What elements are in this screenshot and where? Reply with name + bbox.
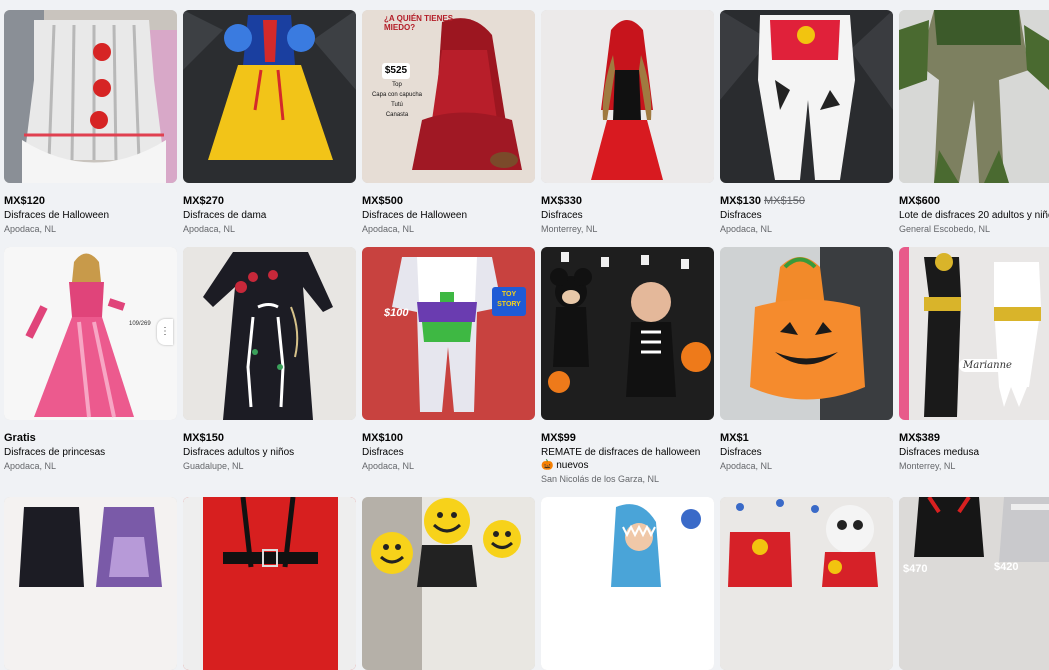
listing-title: Disfraces — [720, 447, 762, 458]
more-options-icon[interactable]: ⋮ — [157, 319, 173, 345]
listing-card[interactable]: Marianne MX$389 Disfraces medusa Monterr… — [899, 247, 1049, 472]
listing-price: MX$600 — [899, 195, 940, 207]
listing-price: MX$100 — [362, 432, 403, 444]
listing-price: MX$99 — [541, 432, 576, 444]
pumpkin-costume-photo — [720, 247, 893, 420]
listing-card[interactable]: MX$330 Disfraces Monterrey, NL — [541, 10, 714, 235]
listing-price: MX$330 — [541, 195, 582, 207]
listing-location: Apodaca, NL — [4, 461, 57, 471]
listing-image[interactable]: 109/269 ⋮ — [4, 247, 177, 420]
listing-card[interactable]: $100 TOY STORY MX$100 Disfraces Apodaca,… — [362, 247, 535, 472]
listing-card[interactable]: 109/269 ⋮ Gratis Disfraces de princesas … — [4, 247, 177, 472]
marketplace-grid: MX$120 Disfraces de Halloween Apodaca, N… — [0, 0, 1049, 670]
listing-price: MX$389 — [899, 432, 940, 444]
listing-title: Disfraces de princesas — [4, 447, 106, 458]
listing-title: Disfraces adultos y niños — [183, 447, 295, 458]
listing-location: Apodaca, NL — [720, 224, 773, 234]
overlay-price: $470 — [903, 563, 928, 575]
listing-location: Apodaca, NL — [362, 461, 415, 471]
listing-title: Disfraces de Halloween — [362, 210, 468, 221]
skeleton-dress-photo — [183, 247, 356, 420]
listing-title: Disfraces de dama — [183, 210, 267, 221]
listing-title: Disfraces — [362, 447, 404, 458]
listing-card[interactable]: MX$130 MX$150 Disfraces Apodaca, NL — [720, 10, 893, 235]
overlay-price: $525 — [382, 63, 410, 79]
overlay-question: ¿A QUIÉN TIENES MIEDO? — [384, 14, 454, 32]
overlay-tag: 109/269 — [129, 321, 151, 327]
listing-title: REMATE de disfraces de halloween 🎃 nuevo… — [541, 447, 701, 471]
princess-costume-photo — [4, 247, 177, 420]
listing-location: General Escobedo, NL — [899, 224, 991, 234]
listing-location: Apodaca, NL — [362, 224, 415, 234]
listing-location: Apodaca, NL — [720, 461, 773, 471]
overlay-items: Top Capa con capucha Tutú Canasta — [371, 82, 423, 118]
baby-skeleton-costume-photo — [541, 247, 714, 420]
listing-title: Disfraces — [720, 210, 762, 221]
overlay-logo: TOY STORY — [492, 287, 526, 316]
overlay-price: $100 — [384, 307, 409, 319]
listing-card[interactable]: MX$99 REMATE de disfraces de halloween 🎃… — [541, 247, 714, 485]
snow-white-costume-photo — [183, 10, 356, 183]
original-price: MX$150 — [763, 195, 805, 207]
listing-image[interactable]: ¿A QUIÉN TIENES MIEDO? $525 Top Capa con… — [362, 10, 535, 183]
hulk-costume-photo — [899, 10, 1049, 183]
listing-title: Lote de disfraces 20 adultos y niños — [899, 210, 1049, 221]
listing-title: Disfraces medusa — [899, 447, 980, 458]
listing-price: Gratis — [4, 432, 36, 444]
listing-image[interactable] — [183, 10, 356, 183]
listing-price: MX$270 — [183, 195, 224, 207]
overlay-signature: Marianne — [959, 359, 1016, 372]
listing-card[interactable]: MX$270 Disfraces de dama Apodaca, NL — [183, 10, 356, 235]
listing-card[interactable]: MX$1 Disfraces Apodaca, NL — [720, 247, 893, 472]
red-hood-mannequin-photo — [541, 10, 714, 183]
listing-card[interactable]: MX$120 Disfraces de Halloween Apodaca, N… — [4, 10, 177, 235]
listing-image[interactable] — [720, 247, 893, 420]
listing-card[interactable]: ¿A QUIÉN TIENES MIEDO? $525 Top Capa con… — [362, 10, 535, 235]
listing-image[interactable] — [4, 10, 177, 183]
listing-location: San Nicolás de los Garza, NL — [541, 474, 660, 484]
listing-image[interactable]: $100 TOY STORY — [362, 247, 535, 420]
listing-location: Monterrey, NL — [541, 224, 598, 234]
listing-image[interactable] — [541, 10, 714, 183]
paw-patrol-costume-photo — [720, 10, 893, 183]
listing-price: MX$120 — [4, 195, 45, 207]
listing-image[interactable]: Marianne — [899, 247, 1049, 420]
listing-title: Disfraces de Halloween — [4, 210, 110, 221]
overlay-price: $420 — [994, 561, 1019, 573]
listing-location: Apodaca, NL — [4, 224, 57, 234]
listing-image[interactable] — [899, 10, 1049, 183]
listing-location: Apodaca, NL — [183, 224, 236, 234]
listing-image[interactable] — [183, 247, 356, 420]
medusa-costume-photo — [899, 247, 1049, 420]
clown-costume-photo — [4, 10, 177, 183]
listing-card[interactable]: MX$150 Disfraces adultos y niños Guadalu… — [183, 247, 356, 472]
listing-price: MX$500 — [362, 195, 403, 207]
listing-card[interactable]: MX$600 Lote de disfraces 20 adultos y ni… — [899, 10, 1049, 235]
listing-image[interactable] — [720, 10, 893, 183]
listing-title: Disfraces — [541, 210, 583, 221]
listing-price: MX$130 MX$150 — [720, 195, 805, 207]
listing-image[interactable] — [541, 247, 714, 420]
buzz-lightyear-costume-photo — [362, 247, 535, 420]
listing-price: MX$150 — [183, 432, 224, 444]
listing-price: MX$1 — [720, 432, 749, 444]
listing-location: Monterrey, NL — [899, 461, 956, 471]
listing-location: Guadalupe, NL — [183, 461, 244, 471]
